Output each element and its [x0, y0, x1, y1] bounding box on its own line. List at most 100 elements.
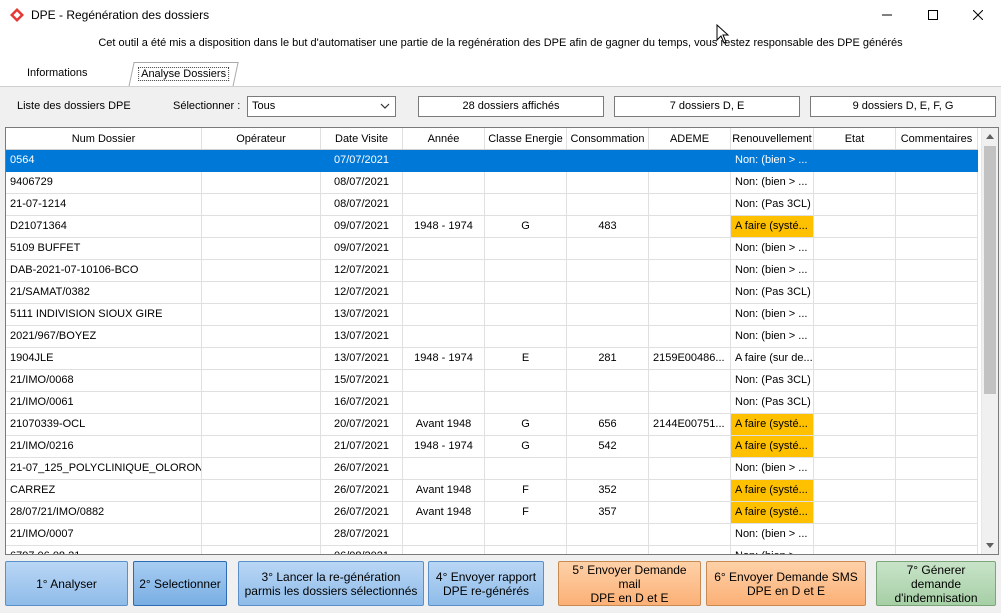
cell-commentaires — [896, 370, 978, 392]
close-button[interactable] — [955, 0, 1001, 30]
tab-informations[interactable]: Informations — [17, 62, 98, 86]
cell-renouvellement: Non: (Pas 3CL) — [731, 370, 814, 392]
column-header-commentaires[interactable]: Commentaires — [896, 128, 978, 149]
column-header-num-dossier[interactable]: Num Dossier — [6, 128, 202, 149]
selectionner-button-label: 2° Selectionner — [139, 576, 221, 591]
cell-ademe — [649, 172, 731, 194]
cell-date-visite: 12/07/2021 — [321, 260, 403, 282]
cell-consommation — [567, 546, 649, 554]
cell-classe-energie — [485, 370, 567, 392]
close-icon — [973, 10, 983, 20]
cell-classe-energie: E — [485, 348, 567, 370]
tab-analyse-label: Analyse Dossiers — [138, 67, 230, 81]
sms-label: 6° Envoyer Demande SMS DPE en D et E — [714, 570, 858, 598]
cell-consommation — [567, 172, 649, 194]
cell-annee — [403, 392, 485, 414]
cell-commentaires — [896, 458, 978, 480]
table-row[interactable]: 21/IMO/0007 28/07/2021 Non: (bien > ... — [6, 524, 978, 546]
cell-commentaires — [896, 414, 978, 436]
cell-date-visite: 26/07/2021 — [321, 502, 403, 524]
vertical-scrollbar[interactable] — [981, 128, 998, 554]
cell-annee: Avant 1948 — [403, 480, 485, 502]
maximize-button[interactable] — [910, 0, 956, 30]
dossiers-grid[interactable]: Num Dossier Opérateur Date Visite Année Clas… — [5, 127, 999, 555]
selection-dropdown[interactable]: Tous — [247, 96, 396, 117]
cell-consommation: 656 — [567, 414, 649, 436]
column-header-date-visite[interactable]: Date Visite — [321, 128, 403, 149]
cell-annee — [403, 326, 485, 348]
minimize-icon — [882, 14, 892, 16]
cell-etat — [814, 348, 896, 370]
scroll-up-icon[interactable] — [986, 133, 994, 139]
table-row[interactable]: 2021/967/BOYEZ 13/07/2021 Non: (bien > ... — [6, 326, 978, 348]
table-row[interactable]: 1904JLE 13/07/2021 1948 - 1974 E 281 2159E004… — [6, 348, 978, 370]
table-row[interactable]: 5109 BUFFET 09/07/2021 Non: (bien > ... — [6, 238, 978, 260]
cell-operateur — [202, 348, 321, 370]
table-row[interactable]: DAB-2021-07-10106-BCO 12/07/2021 Non: (bie… — [6, 260, 978, 282]
cell-annee: 1948 - 1974 — [403, 436, 485, 458]
envoyer-mail-button[interactable]: 5° Envoyer Demande mail DPE en D et E — [558, 561, 701, 606]
column-header-ademe[interactable]: ADEME — [649, 128, 731, 149]
cell-consommation: 357 — [567, 502, 649, 524]
column-header-consommation[interactable]: Consommation — [567, 128, 649, 149]
tab-analyse-dossiers[interactable]: Analyse Dossiers — [128, 62, 239, 87]
scroll-down-icon[interactable] — [986, 543, 994, 549]
cell-operateur — [202, 370, 321, 392]
table-row[interactable]: 21/SAMAT/0382 12/07/2021 Non: (Pas 3CL) — [6, 282, 978, 304]
cell-classe-energie — [485, 150, 567, 172]
column-header-etat[interactable]: Etat — [814, 128, 896, 149]
table-row[interactable]: 21/IMO/0068 15/07/2021 Non: (Pas 3CL) — [6, 370, 978, 392]
selectionner-button[interactable]: 2° Selectionner — [133, 561, 227, 606]
envoyer-rapport-button[interactable]: 4° Envoyer rapport DPE re-générés — [428, 561, 544, 606]
table-row[interactable]: 9406729 08/07/2021 Non: (bien > ... — [6, 172, 978, 194]
table-row[interactable]: 21-07_125_POLYCLINIQUE_OLORON 26/07/2021 N… — [6, 458, 978, 480]
cell-classe-energie — [485, 458, 567, 480]
table-row[interactable]: CARREZ 26/07/2021 Avant 1948 F 352 A faire (s… — [6, 480, 978, 502]
column-header-operateur[interactable]: Opérateur — [202, 128, 321, 149]
count-displayed-box: 28 dossiers affichés — [418, 96, 604, 117]
table-row[interactable]: 5111 INDIVISION SIOUX GIRE 13/07/2021 Non:… — [6, 304, 978, 326]
table-row[interactable]: 0564 07/07/2021 Non: (bien > ... — [6, 150, 978, 172]
lancer-regeneration-button[interactable]: 3° Lancer la re-génération parmis les do… — [238, 561, 424, 606]
cell-etat — [814, 502, 896, 524]
column-header-classe-energie[interactable]: Classe Energie — [485, 128, 567, 149]
scrollbar-thumb[interactable] — [984, 146, 996, 394]
cell-date-visite: 16/07/2021 — [321, 392, 403, 414]
cell-consommation — [567, 392, 649, 414]
cell-annee — [403, 260, 485, 282]
table-row[interactable]: 21/IMO/0216 21/07/2021 1948 - 1974 G 542 A fa… — [6, 436, 978, 458]
cell-consommation — [567, 238, 649, 260]
cell-classe-energie — [485, 260, 567, 282]
column-header-renouvellement[interactable]: Renouvellement — [731, 128, 814, 149]
table-row[interactable]: 28/07/21/IMO/0882 26/07/2021 Avant 1948 F 35… — [6, 502, 978, 524]
cell-num-dossier: 6797 06 08 21 — [6, 546, 202, 554]
cell-renouvellement: Non: (bien > ... — [731, 546, 814, 554]
cell-date-visite: 09/07/2021 — [321, 238, 403, 260]
cell-etat — [814, 304, 896, 326]
cell-date-visite: 06/08/2021 — [321, 546, 403, 554]
cell-num-dossier: 21/SAMAT/0382 — [6, 282, 202, 304]
column-header-annee[interactable]: Année — [403, 128, 485, 149]
count-de-box: 7 dossiers D, E — [614, 96, 800, 117]
mail-label: 5° Envoyer Demande mail DPE en D et E — [563, 563, 696, 605]
table-row[interactable]: 21070339-OCL 20/07/2021 Avant 1948 G 656 2144… — [6, 414, 978, 436]
cell-consommation — [567, 150, 649, 172]
cell-ademe — [649, 392, 731, 414]
cell-classe-energie — [485, 282, 567, 304]
cell-etat — [814, 392, 896, 414]
analyser-button[interactable]: 1° Analyser — [5, 561, 128, 606]
table-row[interactable]: 6797 06 08 21 06/08/2021 Non: (bien > ... — [6, 546, 978, 554]
cell-commentaires — [896, 502, 978, 524]
cell-commentaires — [896, 238, 978, 260]
cell-date-visite: 26/07/2021 — [321, 458, 403, 480]
minimize-button[interactable] — [864, 0, 910, 30]
generer-indemnisation-button[interactable]: 7° Génerer demande d'indemnisation — [876, 561, 996, 606]
table-row[interactable]: 21/IMO/0061 16/07/2021 Non: (Pas 3CL) — [6, 392, 978, 414]
table-row[interactable]: D21071364 09/07/2021 1948 - 1974 G 483 A fair… — [6, 216, 978, 238]
envoyer-sms-button[interactable]: 6° Envoyer Demande SMS DPE en D et E — [706, 561, 866, 606]
lancer-line1: 3° Lancer la re-génération — [261, 569, 401, 584]
cell-num-dossier: 21/IMO/0068 — [6, 370, 202, 392]
table-row[interactable]: 21-07-1214 08/07/2021 Non: (Pas 3CL) — [6, 194, 978, 216]
indemn-line2: d'indemnisation — [894, 590, 978, 605]
maximize-icon — [928, 10, 938, 20]
